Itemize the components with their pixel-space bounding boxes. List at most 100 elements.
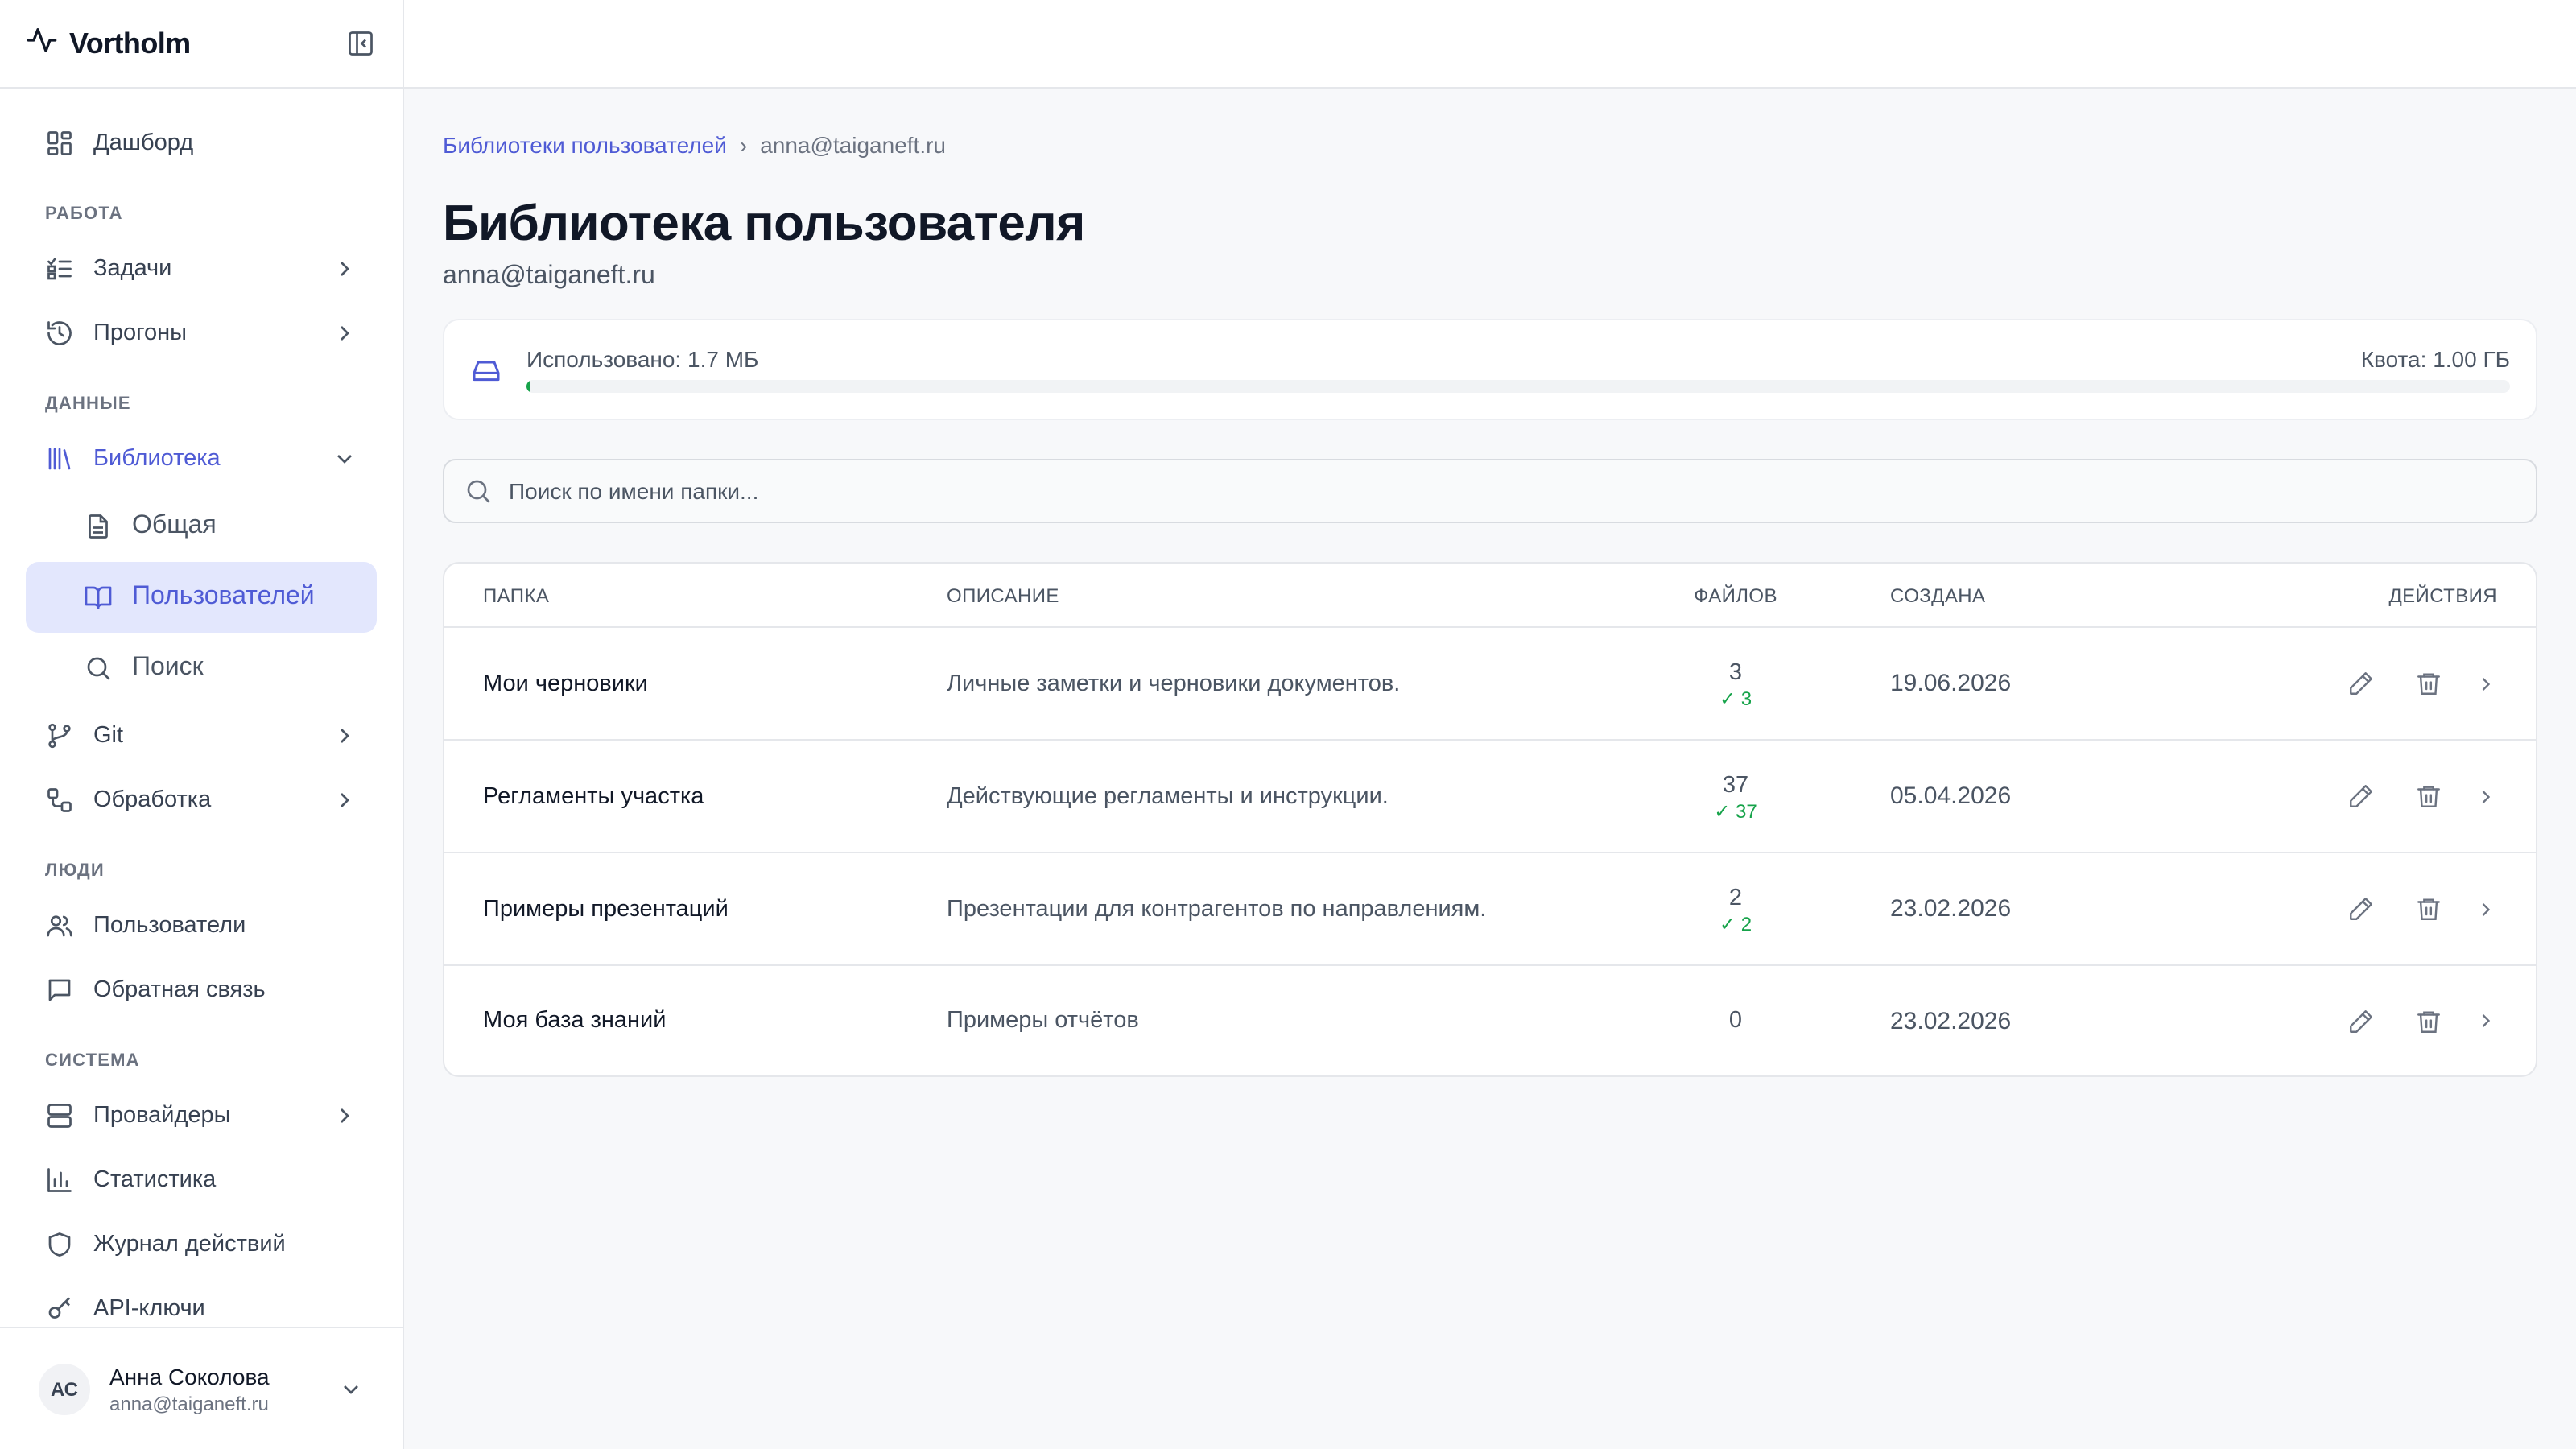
delete-button[interactable] [2413,782,2442,811]
sidebar-item-runs[interactable]: Прогоны [26,301,377,365]
open-folder-button[interactable] [2475,782,2497,811]
header-files[interactable]: Файлов [1639,584,1832,606]
table-row-3[interactable]: Примеры презентаций Презентации для конт… [444,853,2536,966]
sidebar-item-processing[interactable]: Обработка [26,768,377,832]
breadcrumb-parent-link[interactable]: Библиотеки пользователей [443,132,727,158]
sidebar-item-label: Статистика [93,1167,217,1193]
section-label-data: ДАННЫЕ [45,394,131,414]
storage-quota-card: Использовано: 1.7 МБ Квота: 1.00 ГБ [443,319,2537,420]
folder-files: 2 ✓ 2 [1639,883,1832,935]
folder-search-input[interactable] [509,478,2516,504]
pencil-icon [2349,1009,2372,1032]
brand-logo[interactable]: Vortholm [26,23,191,64]
row-actions [2202,669,2536,698]
delete-button[interactable] [2413,669,2442,698]
sidebar-item-audit[interactable]: Журнал действий [26,1212,377,1277]
folder-name[interactable]: Мои черновики [444,671,947,696]
collapse-sidebar-button[interactable] [345,27,377,60]
sidebar-item-git[interactable]: Git [26,704,377,768]
section-label-people: ЛЮДИ [45,861,105,881]
folder-description: Примеры отчётов [947,1008,1139,1034]
sidebar-item-dashboard[interactable]: Дашборд [26,111,377,175]
header-folder[interactable]: Папка [444,584,947,606]
edit-button[interactable] [2346,669,2375,698]
table-row-4[interactable]: Моя база знаний Примеры отчётов 0 23.02.… [444,966,2536,1075]
sidebar-item-library-general[interactable]: Общая [26,491,377,562]
chevron-right-icon [2482,790,2491,803]
delete-button[interactable] [2413,1006,2442,1035]
sidebar-item-library-search[interactable]: Поиск [26,633,377,704]
folder-created: 05.04.2026 [1890,782,2012,810]
sidebar-item-users[interactable]: Пользователи [26,894,377,958]
edit-button[interactable] [2346,782,2375,811]
quota-body: Использовано: 1.7 МБ Квота: 1.00 ГБ [526,346,2510,393]
files-count: 37 [1722,772,1749,798]
sidebar-item-stats[interactable]: Статистика [26,1148,377,1212]
pencil-icon [2349,898,2372,920]
sidebar-item-library-users[interactable]: Пользователей [26,562,377,633]
files-processed: ✓ 2 [1719,912,1752,935]
header-actions: Действия [2388,584,2497,606]
row-actions [2202,782,2536,811]
folder-name[interactable]: Моя база знаний [444,1008,947,1034]
table-row-1[interactable]: Мои черновики Личные заметки и черновики… [444,628,2536,741]
sidebar-collapse-icon [349,31,373,56]
chevron-right-icon [341,326,349,341]
open-folder-button[interactable] [2475,669,2497,698]
sidebar-item-label: Журнал действий [93,1232,286,1257]
header-description: Описание [947,584,1059,606]
edit-button[interactable] [2346,1006,2375,1035]
search-icon [464,477,493,506]
delete-button[interactable] [2413,894,2442,923]
files-count: 0 [1728,1008,1743,1034]
trash-icon [2417,1010,2439,1032]
sidebar-item-providers[interactable]: Провайдеры [26,1084,377,1148]
brand-name: Vortholm [69,27,191,59]
workflow-icon [45,786,74,815]
quota-progress-fill [526,380,530,393]
sidebar-item-tasks[interactable]: Задачи [26,237,377,301]
book-open-icon [84,583,113,612]
user-name: Анна Соколова [109,1363,270,1389]
folder-created: 23.02.2026 [1890,1007,2012,1034]
sidebar-item-library[interactable]: Библиотека [26,427,377,491]
trash-icon [2417,673,2439,695]
sidebar: Vortholm Дашборд РАБОТА Задачи Прогоны Д… [0,0,404,1449]
files-processed: ✓ 3 [1719,687,1752,709]
header-created[interactable]: Создана [1832,584,2202,606]
trash-icon [2417,786,2439,807]
table-row-2[interactable]: Регламенты участка Действующие регламент… [444,741,2536,853]
sidebar-item-label: Библиотека [93,446,221,472]
row-actions-group [2202,1006,2536,1035]
folder-description: Презентации для контрагентов по направле… [947,896,1487,922]
open-folder-button[interactable] [2475,894,2497,923]
sidebar-item-feedback[interactable]: Обратная связь [26,958,377,1022]
library-icon [45,444,74,473]
files-processed: ✓ 37 [1714,799,1757,822]
row-actions [2202,1006,2536,1035]
brand-header: Vortholm [0,0,402,89]
chevron-down-icon [337,455,352,464]
folder-name[interactable]: Примеры презентаций [444,896,947,922]
pencil-icon [2349,785,2372,807]
user-menu[interactable]: АС Анна Соколова anna@taiganeft.ru [0,1327,402,1449]
chevron-right-icon [2482,677,2491,690]
pulse-icon [26,23,58,64]
server-icon [45,1101,74,1130]
edit-button[interactable] [2346,894,2375,923]
page-subtitle: anna@taiganeft.ru [443,262,655,290]
folder-name[interactable]: Регламенты участка [444,783,947,809]
sidebar-item-label: Дашборд [93,130,194,156]
files-count: 3 [1728,659,1743,685]
sidebar-item-api-keys[interactable]: API-ключи [26,1277,377,1327]
open-folder-button[interactable] [2475,1006,2497,1035]
breadcrumb-separator: › [739,132,748,158]
sidebar-item-label: Обработка [93,787,212,813]
chevron-right-icon [341,1108,349,1123]
folder-description: Действующие регламенты и инструкции. [947,783,1389,809]
quota-labels: Использовано: 1.7 МБ Квота: 1.00 ГБ [526,346,2510,372]
main-area: Библиотеки пользователей › anna@taiganef… [404,0,2576,1449]
chevron-right-icon [2482,902,2491,915]
history-icon [45,319,74,348]
chevron-right-icon [341,793,349,807]
